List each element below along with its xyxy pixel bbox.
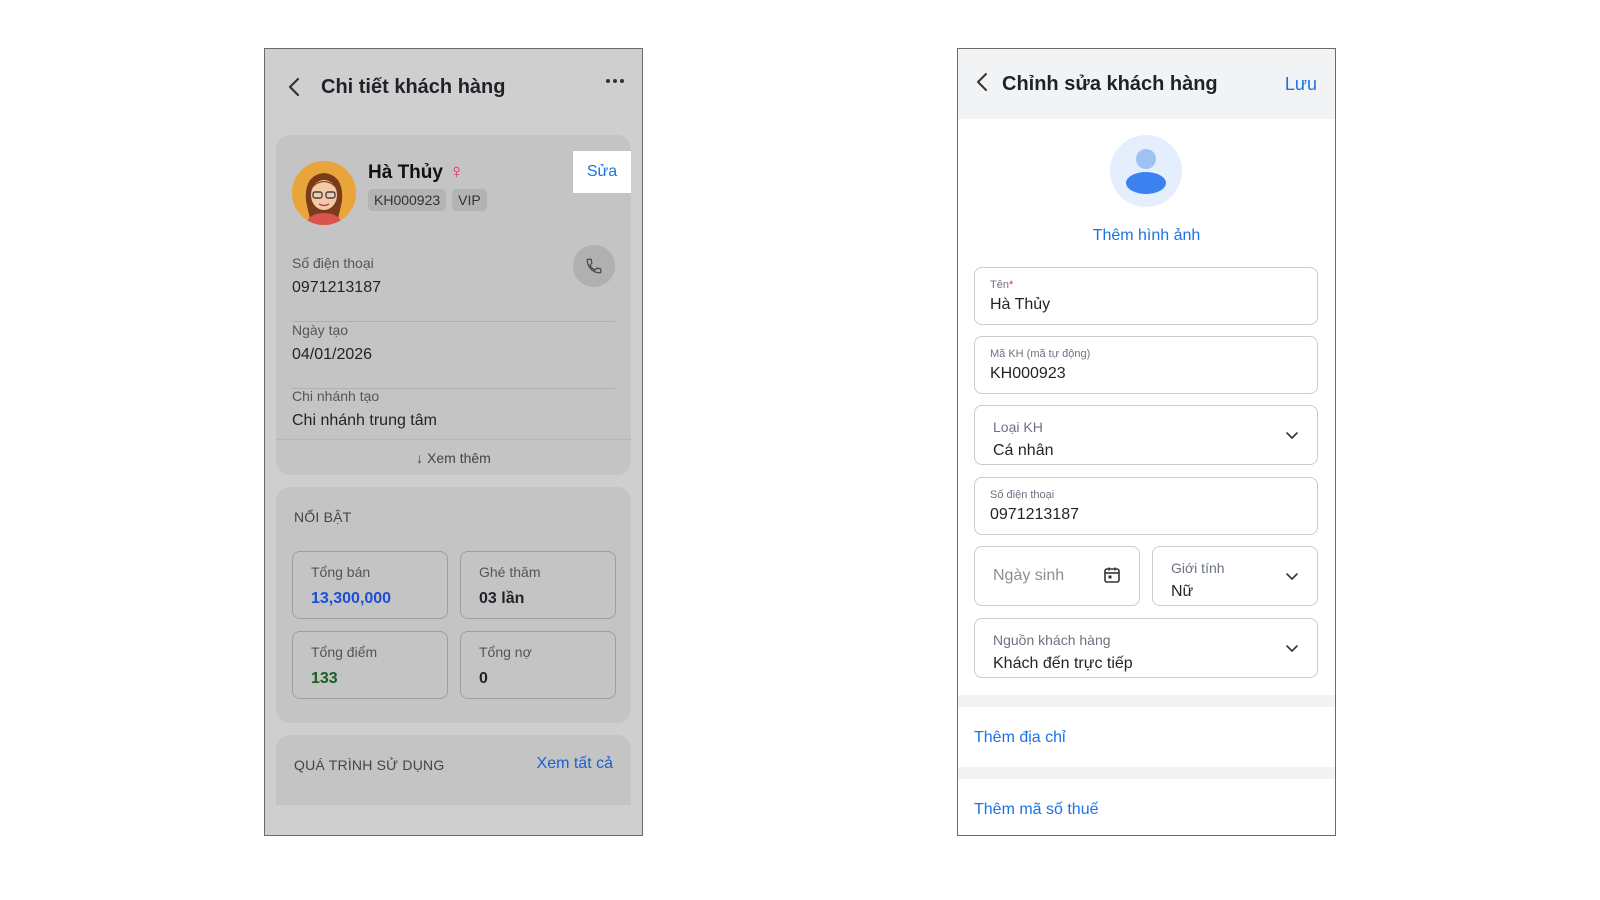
see-all-link[interactable]: Xem tất cả [537,755,613,773]
usage-title: QUÁ TRÌNH SỬ DỤNG [294,757,445,773]
stat-label: Tổng điểm [311,644,378,660]
phone-field[interactable]: Số điện thoại 0971213187 [974,477,1318,535]
add-tax-code-link[interactable]: Thêm mã số thuế [974,801,1099,819]
branch-label: Chi nhánh tạo [292,388,380,404]
customer-detail-screen: Chi tiết khách hàng Hà Thủy ♀ KH000923 V… [264,48,643,836]
customer-type-label: Loại KH [993,419,1043,435]
created-date-label: Ngày tạo [292,322,349,338]
customer-name-text: Hà Thủy [368,161,443,183]
avatar [292,161,356,225]
customer-code-label: Mã KH (mã tự động) [990,348,1091,360]
created-date-row: Ngày tạo 04/01/2026 [292,322,615,389]
customer-name: Hà Thủy ♀ [368,161,464,184]
birthday-field[interactable]: Ngày sinh [974,546,1140,606]
avatar-upload[interactable] [1110,135,1182,207]
gender-select[interactable]: Giới tính Nữ [1152,546,1318,606]
name-value: Hà Thủy [990,296,1051,313]
person-placeholder-icon [1126,149,1166,194]
gender-label: Giới tính [1171,560,1225,576]
save-button[interactable]: Lưu [1285,74,1317,95]
phone-label: Số điện thoại [990,489,1055,501]
customer-code-value: KH000923 [990,365,1066,382]
phone-value: 0971213187 [990,506,1079,523]
stat-value: 03 lần [479,590,525,607]
add-address-link[interactable]: Thêm địa chỉ [974,729,1066,747]
customer-type-select[interactable]: Loại KH Cá nhân [974,405,1318,465]
stat-label: Tổng nợ [479,644,532,660]
stat-value: 0 [479,670,488,687]
customer-code-badge: KH000923 [368,189,447,211]
customer-badges: KH000923 VIP [368,189,487,211]
phone-label: Số điện thoại [292,255,374,271]
highlights-card: NỔI BẬT Tổng bán 13,300,000 Ghé thăm 03 … [276,487,631,723]
customer-form: Thêm hình ảnh Tên* Hà Thủy Mã KH (mã tự … [958,119,1335,695]
name-label-text: Tên [990,279,1009,291]
stat-label: Ghé thăm [479,564,541,580]
edit-button[interactable]: Sửa [573,151,631,193]
see-more-link[interactable]: ↓ Xem thêm [276,439,631,475]
back-icon[interactable] [283,76,305,98]
usage-history-card: QUÁ TRÌNH SỬ DỤNG Xem tất cả [276,735,631,805]
stat-total-sales: Tổng bán 13,300,000 [292,551,448,619]
stat-visits: Ghé thăm 03 lần [460,551,616,619]
created-date-value: 04/01/2026 [292,346,373,363]
phone-row: Số điện thoại 0971213187 [292,245,615,322]
more-options-icon[interactable] [606,79,624,83]
branch-value: Chi nhánh trung tâm [292,412,437,429]
vip-badge: VIP [452,189,487,211]
page-title: Chi tiết khách hàng [321,75,506,98]
stat-value: 133 [311,670,338,687]
stat-label: Tổng bán [311,564,371,580]
add-address-card: Thêm địa chỉ [958,707,1335,767]
chevron-down-icon [1286,645,1298,653]
customer-source-value: Khách đến trực tiếp [993,655,1133,672]
back-icon[interactable] [976,72,988,97]
customer-source-label: Nguồn khách hàng [993,632,1111,648]
gender-value: Nữ [1171,583,1194,600]
name-label: Tên* [990,279,1013,291]
stat-value: 13,300,000 [311,590,392,607]
stat-total-points: Tổng điểm 133 [292,631,448,699]
stat-total-debt: Tổng nợ 0 [460,631,616,699]
page-title: Chỉnh sửa khách hàng [1002,72,1218,95]
edit-customer-screen: Chỉnh sửa khách hàng Lưu Thêm hình ảnh T… [957,48,1336,836]
calendar-icon [1104,567,1120,583]
customer-code-field[interactable]: Mã KH (mã tự động) KH000923 [974,336,1318,394]
required-mark: * [1008,279,1014,291]
customer-source-select[interactable]: Nguồn khách hàng Khách đến trực tiếp [974,618,1318,678]
add-photo-link[interactable]: Thêm hình ảnh [958,227,1335,245]
customer-type-value: Cá nhân [993,442,1054,459]
name-field[interactable]: Tên* Hà Thủy [974,267,1318,325]
call-button[interactable] [573,245,615,287]
add-tax-card: Thêm mã số thuế [958,779,1335,835]
birthday-placeholder: Ngày sinh [993,567,1065,584]
edit-header: Chỉnh sửa khách hàng Lưu [958,49,1335,119]
profile-card: Hà Thủy ♀ KH000923 VIP Sửa Số điện thoại… [276,135,631,475]
chevron-down-icon [1286,432,1298,440]
phone-icon [586,258,602,274]
highlights-title: NỔI BẬT [294,509,352,525]
detail-header: Chi tiết khách hàng [265,49,642,125]
phone-value: 0971213187 [292,279,381,296]
chevron-down-icon [1286,573,1298,581]
female-icon: ♀ [448,161,464,183]
